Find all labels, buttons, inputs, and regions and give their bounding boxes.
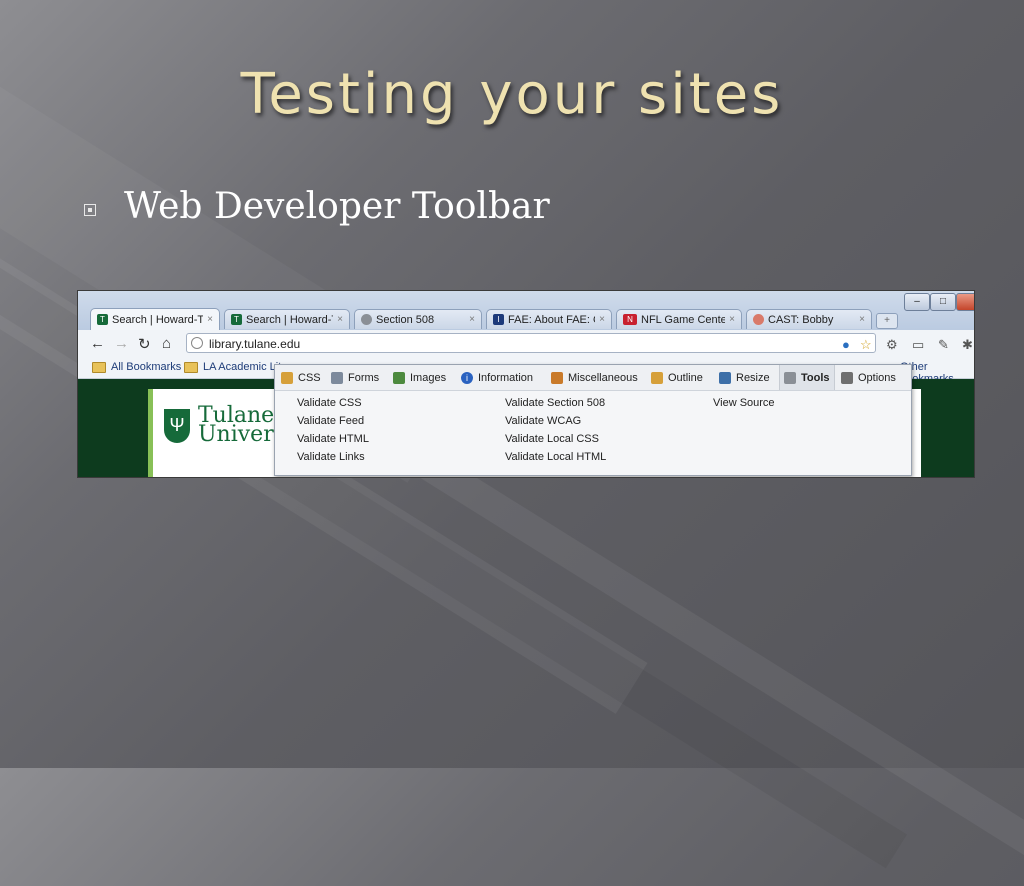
browser-tab[interactable]: N NFL Game Center: F × xyxy=(616,309,742,329)
tab-close-icon[interactable]: × xyxy=(599,314,605,325)
bookmark-label: LA Academic Lit xyxy=(203,361,282,373)
back-arrow-icon[interactable]: ← xyxy=(90,335,105,352)
tab-label: Images xyxy=(410,371,447,384)
folder-icon xyxy=(184,361,198,373)
webdev-tab-bar: CSS Forms Images i Information Miscellan… xyxy=(275,365,911,391)
tulane-shield-icon: Ψ xyxy=(164,409,190,443)
browser-tab[interactable]: Section 508 × xyxy=(354,309,482,329)
tab-forms[interactable]: Forms xyxy=(331,365,379,390)
gear-icon[interactable]: ⚙ xyxy=(886,337,898,353)
new-tab-button[interactable]: + xyxy=(876,313,898,329)
menu-item-validate-html[interactable]: Validate HTML xyxy=(297,433,369,445)
tab-close-icon[interactable]: × xyxy=(469,314,475,325)
tab-label: Options xyxy=(858,371,896,384)
home-icon[interactable]: ⌂ xyxy=(162,335,171,352)
tab-close-icon[interactable]: × xyxy=(729,314,735,325)
close-window-button[interactable]: x xyxy=(956,293,974,311)
globe-favicon-icon xyxy=(361,314,372,325)
reload-icon[interactable]: ↻ xyxy=(138,335,151,353)
tab-options[interactable]: Options xyxy=(841,365,896,390)
cast-favicon-icon xyxy=(753,314,764,325)
browser-tab[interactable]: T Search | Howard-Til × xyxy=(90,308,220,330)
tab-information[interactable]: i Information xyxy=(461,365,533,390)
tab-miscellaneous[interactable]: Miscellaneous xyxy=(551,365,638,390)
menu-item-validate-links[interactable]: Validate Links xyxy=(297,451,365,463)
tab-label: Information xyxy=(478,371,534,384)
nfl-favicon-icon: N xyxy=(623,314,637,325)
minimize-button[interactable]: – xyxy=(904,293,930,311)
web-developer-toolbar-popup: CSS Forms Images i Information Miscellan… xyxy=(274,364,912,476)
navigation-bar: ← → ↻ ⌂ library.tulane.edu ● ☆ ⚙ ▭ ✎ ✱ xyxy=(78,330,974,359)
tab-close-icon[interactable]: × xyxy=(859,314,865,325)
address-text: library.tulane.edu xyxy=(209,337,301,351)
tulane-favicon-icon: T xyxy=(231,314,242,325)
tab-label: Section 508 xyxy=(376,313,435,326)
tab-label: Search | Howard-Til xyxy=(112,313,204,326)
resize-icon xyxy=(719,371,731,384)
image-icon xyxy=(393,371,405,384)
menu-item-view-source[interactable]: View Source xyxy=(713,397,775,409)
tab-images[interactable]: Images xyxy=(393,365,446,390)
browser-tab[interactable]: T Search | Howard-Til × xyxy=(224,309,350,329)
menu-item-validate-local-html[interactable]: Validate Local HTML xyxy=(505,451,606,463)
menu-item-validate-wcag[interactable]: Validate WCAG xyxy=(505,415,581,427)
folder-icon xyxy=(92,361,106,373)
ruler-icon[interactable]: ▭ xyxy=(912,337,924,353)
options-icon xyxy=(841,371,853,384)
browser-tab[interactable]: CAST: Bobby × xyxy=(746,309,872,329)
tab-resize[interactable]: Resize xyxy=(719,365,770,390)
tab-label: Miscellaneous xyxy=(568,371,638,384)
maximize-button[interactable]: □ xyxy=(930,293,956,311)
browser-screenshot: – □ x T Search | Howard-Til × T Search |… xyxy=(77,290,975,478)
tab-label: Outline xyxy=(668,371,703,384)
logo-line: Univers xyxy=(198,422,286,447)
tulane-logo-text: Tulane Univers xyxy=(198,405,286,447)
globe-icon xyxy=(191,337,203,349)
tab-outline[interactable]: Outline xyxy=(651,365,703,390)
bullet-text: Web Developer Toolbar xyxy=(124,186,550,227)
forward-arrow-icon[interactable]: → xyxy=(114,335,129,352)
menu-item-validate-css[interactable]: Validate CSS xyxy=(297,397,362,409)
tulane-favicon-icon: T xyxy=(97,314,108,325)
bookmark-star-icon[interactable]: ☆ xyxy=(860,337,872,353)
tab-label: Tools xyxy=(801,371,830,384)
tab-label: Search | Howard-Til xyxy=(246,313,334,326)
tab-label: Forms xyxy=(348,371,380,384)
tab-tools[interactable]: Tools xyxy=(779,365,835,390)
eyedropper-icon[interactable]: ✎ xyxy=(938,337,949,353)
book-icon xyxy=(551,371,563,384)
form-icon xyxy=(331,371,343,384)
menu-item-validate-feed[interactable]: Validate Feed xyxy=(297,415,364,427)
bookmark-item[interactable]: All Bookmarks xyxy=(92,361,181,373)
illinois-favicon-icon: I xyxy=(493,314,504,325)
tab-label: CSS xyxy=(298,371,321,384)
tab-css[interactable]: CSS xyxy=(281,365,321,390)
tab-label: CAST: Bobby xyxy=(768,313,834,326)
tab-label: Resize xyxy=(736,371,770,384)
slide-title: Testing your sites xyxy=(240,62,784,127)
drupal-extension-icon[interactable]: ● xyxy=(842,337,850,352)
bookmark-label: All Bookmarks xyxy=(111,361,182,373)
bookmark-item[interactable]: LA Academic Lit xyxy=(184,361,281,373)
menu-item-validate-local-css[interactable]: Validate Local CSS xyxy=(505,433,599,445)
pencil-icon xyxy=(651,371,663,384)
address-bar[interactable]: library.tulane.edu xyxy=(186,333,876,353)
tab-label: NFL Game Center: F xyxy=(641,313,725,326)
menu-item-validate-section-508[interactable]: Validate Section 508 xyxy=(505,397,605,409)
info-icon: i xyxy=(461,371,473,384)
bullet-icon xyxy=(84,204,96,216)
wrench-icon xyxy=(784,371,796,384)
pencil-icon xyxy=(281,371,293,384)
wrench-icon[interactable]: ✱ xyxy=(962,337,973,353)
browser-tab[interactable]: I FAE: About FAE: Ov × xyxy=(486,309,612,329)
tab-close-icon[interactable]: × xyxy=(207,314,213,325)
tab-close-icon[interactable]: × xyxy=(337,314,343,325)
tab-label: FAE: About FAE: Ov xyxy=(508,313,595,326)
